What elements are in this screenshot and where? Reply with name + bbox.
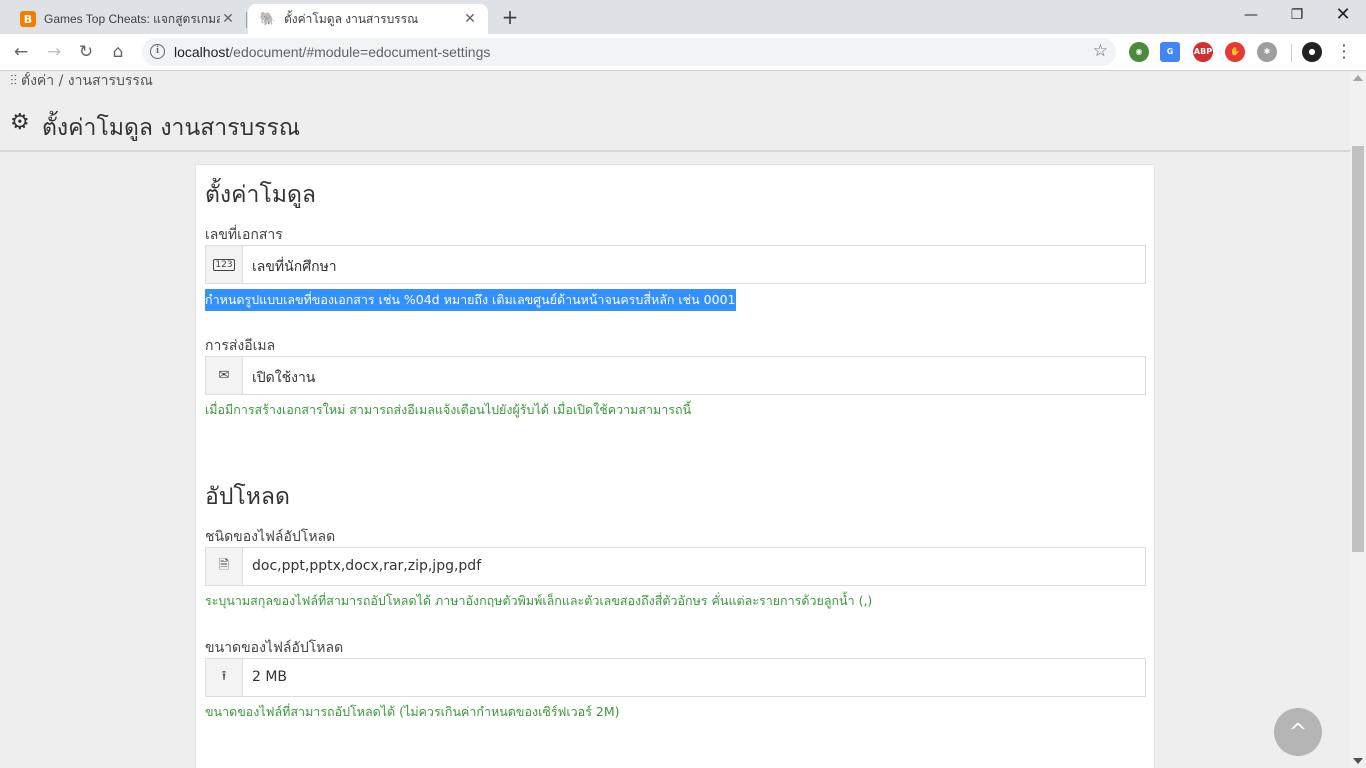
translate-extension-icon[interactable]: G (1160, 42, 1180, 62)
number-icon: 123 (206, 246, 243, 283)
url-host: localhost (174, 44, 230, 60)
upload-icon: ⭱ (206, 659, 243, 696)
browser-tab-edocument[interactable]: 🐘 ตั้งค่าโมดูล งานสารบรรณ ✕ (248, 4, 488, 34)
doc-number-label: เลขที่เอกสาร (205, 227, 283, 243)
email-label: การส่งอีเมล (205, 338, 276, 354)
scroll-to-top-button[interactable]: ^ (1274, 708, 1322, 756)
bug-extension-icon[interactable]: ✱ (1257, 42, 1277, 62)
reload-icon[interactable]: ↻ (73, 39, 99, 65)
home-icon[interactable]: ⌂ (105, 39, 131, 65)
url-text[interactable]: localhost/edocument/#module=edocument-se… (174, 44, 490, 60)
envelope-icon: ✉ (206, 357, 243, 394)
doc-number-value: เลขที่นักศึกษา (252, 259, 337, 275)
gears-icon: ⚙ (10, 110, 30, 135)
email-hint: เมื่อมีการสร้างเอกสารใหม่ สามารถส่งอีเมล… (205, 402, 692, 417)
elephant-icon: 🐘 (259, 11, 277, 27)
tab-divider (246, 12, 247, 28)
close-window-icon[interactable]: ✕ (1320, 0, 1366, 30)
minimize-icon[interactable]: — (1228, 0, 1274, 30)
settings-form: ตั้งค่าโมดูล เลขที่เอกสาร 123 เลขที่นักศ… (195, 164, 1155, 768)
browser-toolbar: ← → ↻ ⌂ i localhost/edocument/#module=ed… (0, 34, 1366, 71)
section-title-module: ตั้งค่าโมดูล (205, 182, 317, 208)
adblock-plus-icon[interactable]: ABP (1193, 42, 1213, 62)
page-scrollbar[interactable] (1350, 72, 1366, 768)
page-title: ตั้งค่าโมดูล งานสารบรรณ (42, 115, 301, 141)
page-content: ⫶⫶ ตั้งค่า / งานสารบรรณ ⚙ ตั้งค่าโมดูล งา… (0, 72, 1350, 768)
file-size-select[interactable]: ⭱ 2 MB (205, 658, 1146, 697)
file-types-value: doc,ppt,pptx,docx,rar,zip,jpg,pdf (252, 558, 482, 574)
bookmark-star-icon[interactable]: ☆ (1093, 41, 1108, 61)
doc-number-field[interactable]: 123 เลขที่นักศึกษา (205, 245, 1146, 284)
file-icon: 🗎 (206, 548, 243, 585)
adblock-hand-icon[interactable]: ✋ (1225, 42, 1245, 62)
site-info-icon[interactable]: i (150, 44, 165, 59)
file-types-field[interactable]: 🗎 doc,ppt,pptx,docx,rar,zip,jpg,pdf (205, 547, 1146, 586)
settings-sliders-icon: ⫶⫶ (10, 73, 17, 89)
file-types-label: ชนิดของไฟล์อัปโหลด (205, 529, 336, 545)
restore-icon[interactable]: ❐ (1274, 0, 1320, 30)
browser-tab-strip: B Games Top Cheats: แจกสูตรเกมสาร์ ✕ 🐘 ต… (0, 0, 1366, 34)
blogger-icon: B (20, 11, 36, 27)
close-tab-icon[interactable]: ✕ (462, 11, 478, 27)
address-bar[interactable]: i localhost/edocument/#module=edocument-… (142, 38, 1116, 66)
tab-title: Games Top Cheats: แจกสูตรเกมสาร์ (44, 11, 220, 26)
extension-globe-icon[interactable]: ◉ (1129, 42, 1149, 62)
toolbar-divider (1291, 44, 1292, 62)
file-size-hint: ขนาดของไฟล์ที่สามารถอัปโหลดได้ (ไม่ควรเก… (205, 704, 620, 719)
email-select[interactable]: ✉ เปิดใช้งาน (205, 356, 1146, 395)
breadcrumb: ⫶⫶ ตั้งค่า / งานสารบรรณ (10, 72, 153, 92)
breadcrumb-text[interactable]: ตั้งค่า / งานสารบรรณ (21, 73, 153, 89)
close-tab-icon[interactable]: ✕ (220, 11, 236, 27)
file-size-label: ขนาดของไฟล์อัปโหลด (205, 640, 344, 656)
browser-menu-icon[interactable]: ⋮ (1331, 39, 1357, 65)
back-arrow-icon[interactable]: ← (8, 39, 34, 65)
section-title-upload: อัปโหลด (205, 484, 290, 510)
forward-arrow-icon[interactable]: → (41, 39, 67, 65)
scroll-up-arrow-icon[interactable] (1353, 75, 1363, 81)
profile-avatar[interactable]: ● (1302, 42, 1322, 62)
file-types-hint: ระบุนามสกุลของไฟล์ที่สามารถอัปโหลดได้ ภา… (205, 593, 873, 608)
email-value: เปิดใช้งาน (252, 370, 316, 386)
url-path: /edocument/#module=edocument-settings (229, 44, 491, 60)
scroll-down-arrow-icon[interactable] (1353, 758, 1363, 764)
scrollbar-thumb[interactable] (1352, 146, 1364, 552)
new-tab-button[interactable]: + (498, 6, 522, 30)
page-header: ⚙ ตั้งค่าโมดูล งานสารบรรณ (0, 92, 1350, 152)
browser-tab-games[interactable]: B Games Top Cheats: แจกสูตรเกมสาร์ ✕ (8, 4, 246, 34)
file-size-value: 2 MB (252, 669, 288, 685)
doc-number-hint: กำหนดรูปแบบเลขที่ของเอกสาร เช่น %04d หมา… (205, 289, 736, 311)
tab-title: ตั้งค่าโมดูล งานสารบรรณ (284, 11, 419, 26)
